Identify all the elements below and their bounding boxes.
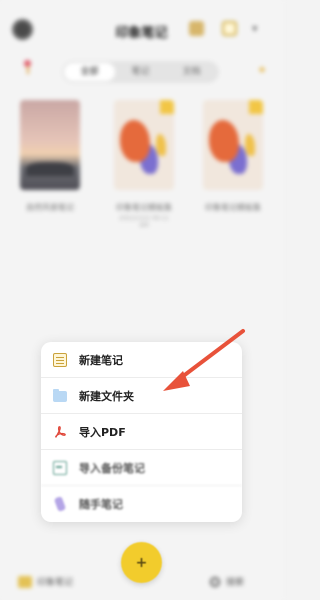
tab-all[interactable]: 全部 [64,63,115,81]
bottom-search-label: 搜索 [226,578,245,588]
pin-icon[interactable] [22,60,32,74]
menu-item-label: 导入备份笔记 [79,461,145,475]
menu-item-new-note[interactable]: 新建笔记 [41,342,242,378]
bottom-home-label: 印象笔记 [37,578,74,588]
note-cover-image [203,100,263,190]
import-icon [53,460,67,475]
note-caption: 印象笔记模板集 [205,203,261,212]
pdf-icon [53,425,67,439]
note-date: 2022/12/2 09:11 AM [119,215,169,229]
note-card[interactable]: 印象笔记模板集 2022/12/2 09:11 AM [114,100,174,229]
note-card[interactable]: 自然风景笔记 [20,100,80,215]
star-icon[interactable]: ✦ [257,63,267,77]
notebook-icon [18,575,32,588]
bottom-search-tab[interactable]: 搜索 [210,575,244,588]
menu-item-import-pdf[interactable]: 导入PDF [41,414,242,450]
menu-item-label: 新建文件夹 [79,389,134,403]
folder-icon[interactable] [189,21,204,36]
tab-documents[interactable]: 文档 [166,63,217,81]
add-button[interactable]: + [121,542,162,583]
plus-icon: + [135,554,148,571]
folder-icon [53,389,67,402]
note-cover-image [114,100,174,190]
menu-item-new-folder[interactable]: 新建文件夹 [41,378,242,414]
menu-item-import-backup[interactable]: 导入备份笔记 [41,450,242,486]
search-icon [210,576,220,587]
chevron-down-icon[interactable]: ▾ [252,22,258,35]
note-card[interactable]: 印象笔记模板集 [203,100,263,215]
menu-item-label: 随手笔记 [79,498,123,511]
pen-icon [53,496,67,512]
tab-notes[interactable]: 笔记 [115,63,166,81]
menu-item-quick-note[interactable]: 随手笔记 [41,486,242,522]
create-menu: 新建笔记 新建文件夹 导入PDF 导入备份笔记 随手笔记 [41,342,242,522]
note-caption: 印象笔记模板集 [116,203,172,212]
top-bar: 印象笔记 ▾ [0,0,283,58]
segment-control: 全部 笔记 文档 [62,61,219,83]
document-icon[interactable] [222,21,237,36]
menu-item-label: 导入PDF [79,425,126,439]
menu-item-label: 新建笔记 [79,353,123,367]
note-icon [53,352,67,367]
note-caption: 自然风景笔记 [26,203,74,212]
page-title: 印象笔记 [115,26,168,41]
bottom-home-tab[interactable]: 印象笔记 [18,575,73,588]
note-cover-image [20,100,80,190]
